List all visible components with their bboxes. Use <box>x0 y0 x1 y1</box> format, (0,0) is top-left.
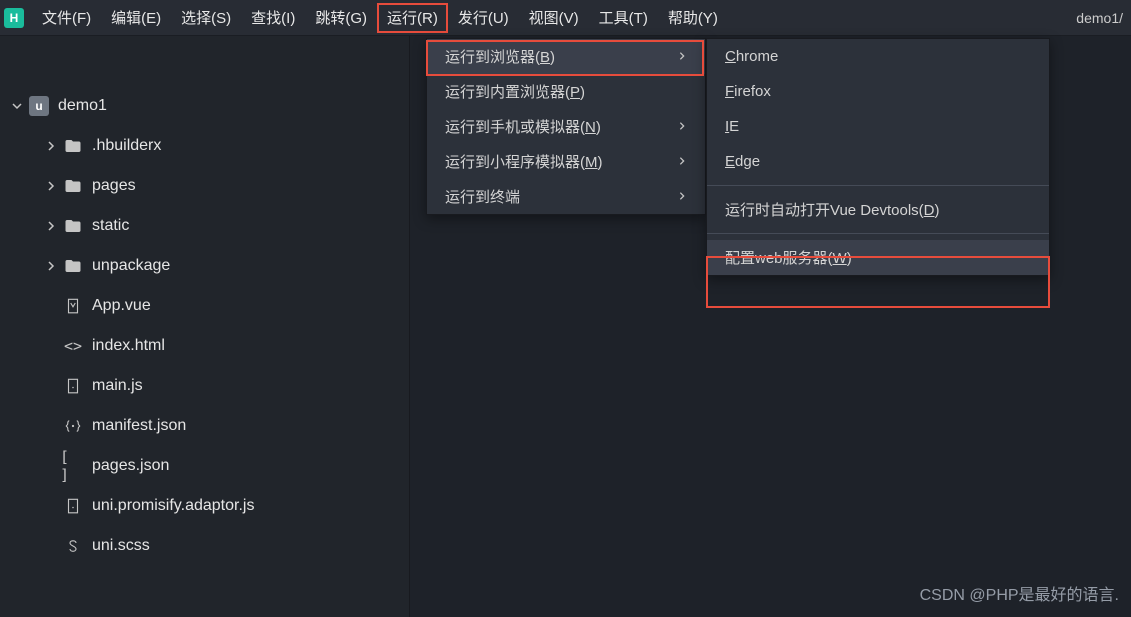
run-dropdown: 运行到浏览器(B) 运行到内置浏览器(P) 运行到手机或模拟器(N) 运行到小程序模拟… <box>426 38 706 215</box>
tree-item-label: .hbuilderx <box>92 137 161 155</box>
menu-view[interactable]: 视图(V) <box>519 3 589 33</box>
submenu-item[interactable]: Chrome <box>707 39 1049 74</box>
run-menu-item[interactable]: 运行到浏览器(B) <box>427 39 705 74</box>
menu-item-label: Chrome <box>725 48 778 65</box>
project-name: demo1 <box>58 97 107 115</box>
run-menu-item[interactable]: 运行到终端 <box>427 179 705 214</box>
json-icon <box>60 417 86 435</box>
menu-item-label: 运行到内置浏览器(P) <box>445 81 585 102</box>
chevron-right-icon <box>42 180 60 192</box>
submenu-item[interactable]: 运行时自动打开Vue Devtools(D) <box>707 192 1049 227</box>
menu-item-label: 运行到浏览器(B) <box>445 46 555 67</box>
tree-item[interactable]: uni.scss <box>0 526 409 566</box>
scss-icon <box>60 537 86 555</box>
tree-item-label: unpackage <box>92 257 170 275</box>
chevron-right-icon <box>42 220 60 232</box>
chevron-right-icon <box>42 140 60 152</box>
chevron-right-icon <box>677 48 687 65</box>
app-icon: H <box>4 8 24 28</box>
folder-icon <box>60 217 86 235</box>
tree-item[interactable]: [ ] pages.json <box>0 446 409 486</box>
vue-icon <box>60 297 86 315</box>
folder-icon <box>60 177 86 195</box>
folder-icon <box>60 257 86 275</box>
run-menu-item[interactable]: 运行到手机或模拟器(N) <box>427 109 705 144</box>
watermark: CSDN @PHP是最好的语言. <box>920 581 1119 605</box>
menu-edit[interactable]: 编辑(E) <box>101 3 171 33</box>
tree-item[interactable]: <> index.html <box>0 326 409 366</box>
tree-item[interactable]: App.vue <box>0 286 409 326</box>
html-icon: <> <box>60 337 86 355</box>
tree-item-label: App.vue <box>92 297 151 315</box>
chevron-right-icon <box>677 153 687 170</box>
chevron-right-icon <box>677 118 687 135</box>
window-title: demo1/ <box>1076 10 1131 26</box>
menu-item-label: Firefox <box>725 83 771 100</box>
menu-item-label: Edge <box>725 153 760 170</box>
menu-item-label: 配置web服务器(W) <box>725 247 852 268</box>
menu-item-label: 运行时自动打开Vue Devtools(D) <box>725 199 940 220</box>
menu-item-label: 运行到手机或模拟器(N) <box>445 116 601 137</box>
project-icon: u <box>26 96 52 116</box>
tree-item-label: uni.scss <box>92 537 150 555</box>
menubar: H 文件(F) 编辑(E) 选择(S) 查找(I) 跳转(G) 运行(R) 发行… <box>0 0 1131 36</box>
menu-find[interactable]: 查找(I) <box>241 3 305 33</box>
menu-item-label: 运行到小程序模拟器(M) <box>445 151 603 172</box>
project-root[interactable]: u demo1 <box>0 86 409 126</box>
tree-item[interactable]: uni.promisify.adaptor.js <box>0 486 409 526</box>
tree-item-label: static <box>92 217 129 235</box>
js-icon <box>60 497 86 515</box>
tree-item[interactable]: pages <box>0 166 409 206</box>
chevron-down-icon <box>8 100 26 112</box>
tree-item-label: pages <box>92 177 136 195</box>
menu-item-label: IE <box>725 118 739 135</box>
chevron-right-icon <box>677 188 687 205</box>
tree-item[interactable]: unpackage <box>0 246 409 286</box>
sidebar: u demo1 .hbuilderx pages static unpackage Ap… <box>0 36 410 617</box>
menu-publish[interactable]: 发行(U) <box>448 3 519 33</box>
submenu-item[interactable]: IE <box>707 109 1049 144</box>
tree-item[interactable]: static <box>0 206 409 246</box>
tree-item-label: pages.json <box>92 457 169 475</box>
run-menu-item[interactable]: 运行到小程序模拟器(M) <box>427 144 705 179</box>
separator <box>707 185 1049 186</box>
menu-goto[interactable]: 跳转(G) <box>305 3 377 33</box>
chevron-right-icon <box>42 260 60 272</box>
tree-item[interactable]: .hbuilderx <box>0 126 409 166</box>
submenu-item[interactable]: Firefox <box>707 74 1049 109</box>
tree-item-label: index.html <box>92 337 165 355</box>
menu-file[interactable]: 文件(F) <box>32 3 101 33</box>
menu-tools[interactable]: 工具(T) <box>589 3 658 33</box>
submenu-item[interactable]: 配置web服务器(W) <box>707 240 1049 275</box>
menu-item-label: 运行到终端 <box>445 186 520 207</box>
menu-run[interactable]: 运行(R) <box>377 3 448 33</box>
menu-select[interactable]: 选择(S) <box>171 3 241 33</box>
tree-item-label: uni.promisify.adaptor.js <box>92 497 254 515</box>
tree-item[interactable]: manifest.json <box>0 406 409 446</box>
tree-item-label: manifest.json <box>92 417 186 435</box>
js-icon <box>60 377 86 395</box>
folder-icon <box>60 137 86 155</box>
browser-submenu: Chrome Firefox IE Edge 运行时自动打开Vue Devtools(D… <box>706 38 1050 276</box>
run-menu-item[interactable]: 运行到内置浏览器(P) <box>427 74 705 109</box>
tree-item-label: main.js <box>92 377 143 395</box>
tree-item[interactable]: main.js <box>0 366 409 406</box>
submenu-item[interactable]: Edge <box>707 144 1049 179</box>
menu-help[interactable]: 帮助(Y) <box>658 3 728 33</box>
json2-icon: [ ] <box>60 448 86 484</box>
separator <box>707 233 1049 234</box>
